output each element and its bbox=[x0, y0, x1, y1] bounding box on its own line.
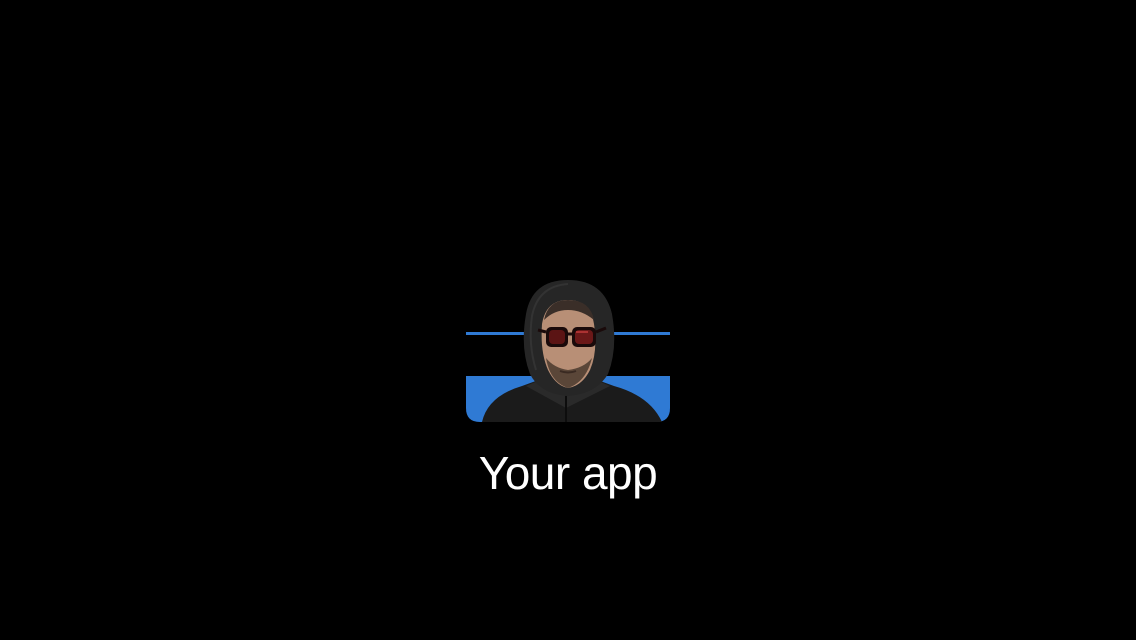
app-logo-icon bbox=[466, 278, 670, 422]
app-name-caption: Your app bbox=[478, 447, 658, 499]
app-splash-screen: Your app bbox=[0, 0, 1136, 640]
